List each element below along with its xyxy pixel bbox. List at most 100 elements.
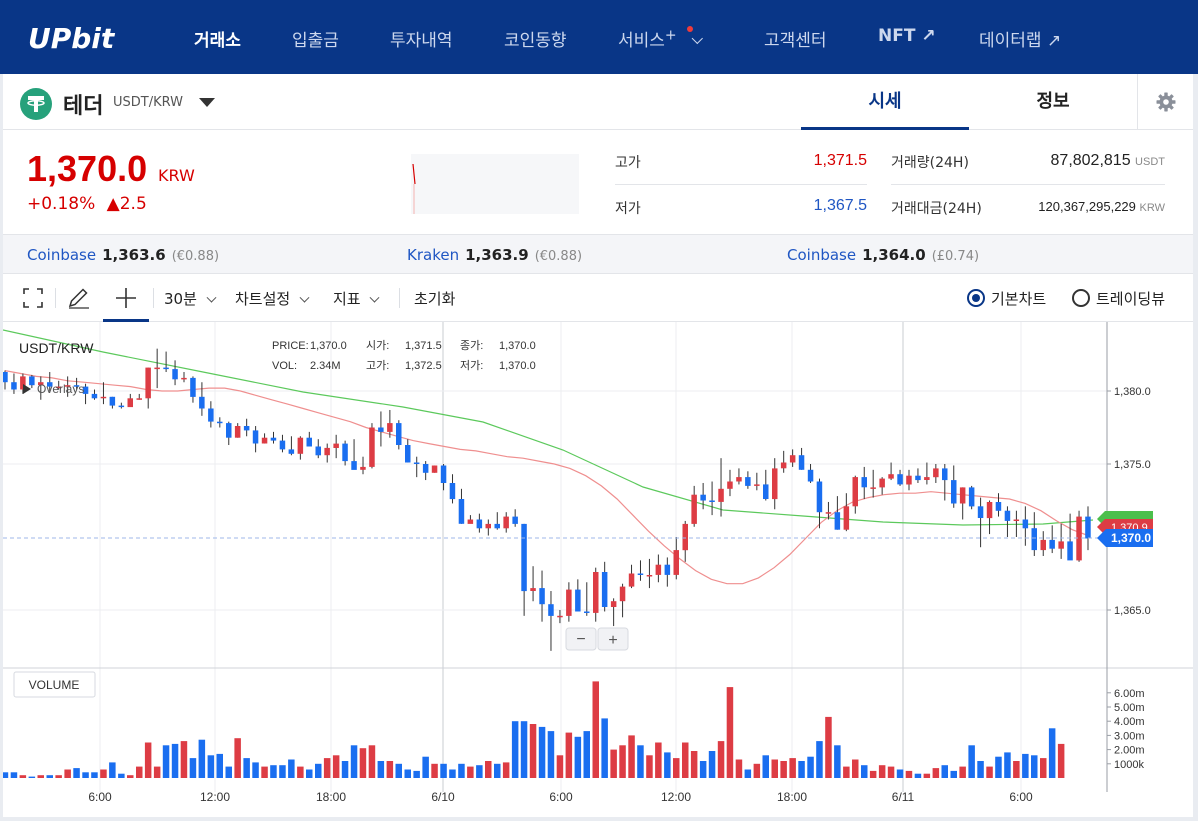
candlestick-chart-svg[interactable]: 6:00 12:00 18:00 6/10 6:00 12:00 18:00 6/11 6:00… xyxy=(1,322,1193,817)
volume-bar xyxy=(1031,755,1038,778)
candle-body xyxy=(959,487,966,504)
volume-bar xyxy=(601,718,608,778)
price-change-percent: +0.18% xyxy=(27,194,96,214)
volume-bar xyxy=(753,763,761,778)
candle-body xyxy=(593,572,599,613)
basic-chart-radio[interactable] xyxy=(967,289,985,307)
chevron-down-icon xyxy=(206,292,217,303)
volume-bar xyxy=(350,745,358,778)
indicators-dropdown[interactable]: 지표 xyxy=(333,288,380,309)
volume-bar xyxy=(699,761,707,778)
exchange-diff: (€0.88) xyxy=(171,249,220,264)
candle-body xyxy=(208,408,214,422)
exchange-name: Coinbase xyxy=(27,246,97,264)
volume-bar xyxy=(467,766,474,778)
volume-bar xyxy=(404,769,411,778)
volume-bar xyxy=(637,745,644,778)
volume-bar xyxy=(207,755,215,778)
nav-datalab[interactable]: 데이터랩 ↗ xyxy=(979,26,1061,51)
reset-button[interactable]: 초기화 xyxy=(414,288,455,309)
volume-bar xyxy=(440,763,447,778)
volume-bar xyxy=(834,745,841,778)
nav-investments[interactable]: 투자내역 xyxy=(390,26,453,51)
fullscreen-icon[interactable] xyxy=(23,288,43,308)
gear-icon xyxy=(1156,92,1176,112)
overlays-toggle-icon[interactable] xyxy=(23,384,31,394)
legend-low-value: 1,370.0 xyxy=(499,360,536,372)
nav-coin-trends[interactable]: 코인동향 xyxy=(504,26,567,51)
candle-body xyxy=(691,494,697,524)
exchange-item[interactable]: Kraken 1,363.9 (€0.88) xyxy=(407,246,582,264)
tab-info[interactable]: 정보 xyxy=(969,74,1137,130)
exchange-item[interactable]: Coinbase 1,364.0 (£0.74) xyxy=(787,246,979,264)
volume-bar xyxy=(315,763,322,778)
pencil-draw-icon[interactable] xyxy=(67,287,91,309)
nav-services-plus: + xyxy=(664,27,677,44)
current-price: 1,370.0 xyxy=(27,148,148,189)
nav-nft[interactable]: NFT ↗ xyxy=(878,26,936,46)
candle-body xyxy=(494,523,500,529)
candle-body xyxy=(118,405,125,408)
exchange-price-bar: Coinbase 1,363.6 (€0.88) Kraken 1,363.9 (€0.… xyxy=(3,234,1193,274)
market-panel: 테더 USDT/KRW 시세 정보 1,370.0 KRW +0.18% ▲2.… xyxy=(1,74,1193,817)
zoom-in-button[interactable]: + xyxy=(597,627,629,651)
basic-chart-label[interactable]: 기본차트 xyxy=(991,288,1046,309)
volume-bar xyxy=(252,762,259,778)
volume-bar xyxy=(592,681,599,778)
nav-deposit-withdraw[interactable]: 입출금 xyxy=(292,26,339,51)
volume-24h-unit: USDT xyxy=(1135,156,1165,168)
price-chart[interactable]: 6:00 12:00 18:00 6/10 6:00 12:00 18:00 6/11 6:00… xyxy=(1,322,1193,817)
legend-vol-value: 2.34M xyxy=(310,360,341,372)
chart-settings-dropdown[interactable]: 차트설정 xyxy=(235,288,310,309)
upbit-logo[interactable]: UPbit xyxy=(28,22,114,55)
settings-button[interactable] xyxy=(1137,74,1193,130)
volume-bar xyxy=(270,765,277,778)
volume-bar xyxy=(162,745,170,778)
tradingview-label[interactable]: 트레이딩뷰 xyxy=(1096,288,1165,309)
tab-price[interactable]: 시세 xyxy=(801,74,969,130)
volume-label: VOLUME xyxy=(29,678,80,692)
zoom-out-button[interactable]: − xyxy=(565,627,597,651)
chart-toolbar: 30분 차트설정 지표 초기화 기본차트 트레이딩뷰 xyxy=(3,274,1193,322)
chevron-down-icon xyxy=(369,292,380,303)
volume-bar xyxy=(923,773,931,778)
volume-bar xyxy=(171,743,179,778)
volume-bar xyxy=(878,765,886,778)
nav-exchange[interactable]: 거래소 xyxy=(194,26,241,51)
legend-high-value: 1,372.5 xyxy=(405,360,442,372)
volume-bar xyxy=(816,741,823,778)
x-tick-label: 6:00 xyxy=(549,790,573,804)
candle-body xyxy=(870,487,876,489)
crosshair-button[interactable] xyxy=(103,274,149,322)
volume-bar xyxy=(279,765,286,778)
coin-selector-caret-icon[interactable] xyxy=(199,98,215,107)
candle-body xyxy=(306,437,312,447)
volume-bar xyxy=(610,749,617,778)
overlays-label[interactable]: Overlays xyxy=(37,382,84,396)
nav-customer-center[interactable]: 고객센터 xyxy=(764,26,827,51)
candle-body xyxy=(655,564,662,575)
volume-bar xyxy=(297,766,304,778)
candle-body xyxy=(709,500,715,502)
volume-bar xyxy=(431,763,438,778)
exchange-diff: (€0.88) xyxy=(534,249,583,264)
volume-tick-label: 4.00m xyxy=(1114,716,1145,728)
exchange-item[interactable]: Coinbase 1,363.6 (€0.88) xyxy=(27,246,219,264)
candle-body xyxy=(789,455,796,463)
amount-24h-value: 120,367,295,229 xyxy=(1038,199,1136,214)
high-value: 1,371.5 xyxy=(813,152,867,169)
candle-body xyxy=(485,523,491,529)
volume-bar xyxy=(225,766,232,778)
candle-body xyxy=(279,440,286,450)
interval-dropdown[interactable]: 30분 xyxy=(164,288,217,309)
candle-body xyxy=(736,477,742,482)
candle-body xyxy=(181,377,187,380)
volume-bar xyxy=(726,687,734,778)
tradingview-radio[interactable] xyxy=(1072,289,1090,307)
volume-bar xyxy=(64,769,71,778)
volume-bar xyxy=(458,763,465,778)
x-tick-label: 18:00 xyxy=(777,790,807,804)
volume-bar xyxy=(198,739,206,778)
coin-pair: USDT/KRW xyxy=(113,95,183,110)
candle-body xyxy=(199,396,205,409)
